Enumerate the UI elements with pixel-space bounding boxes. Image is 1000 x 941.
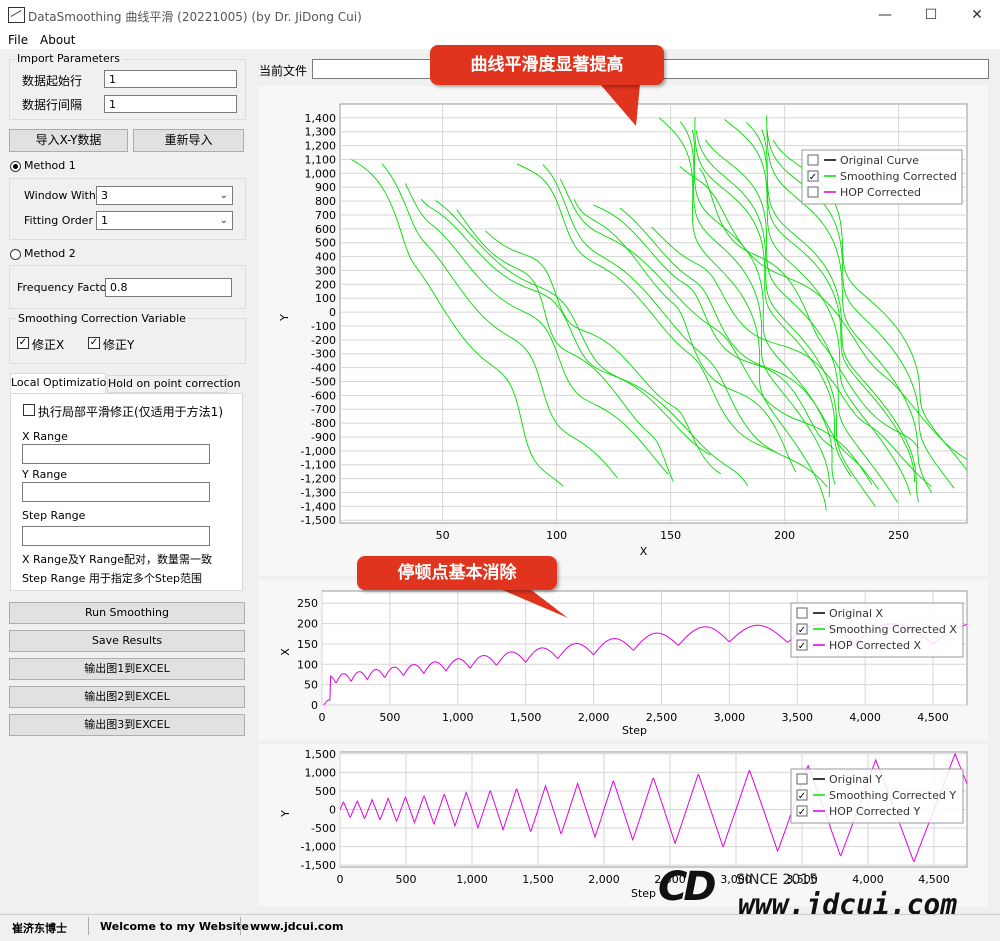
chart1-xtick-label: 200 bbox=[774, 529, 795, 542]
chart1-ytick-label: 1,300 bbox=[305, 126, 337, 139]
chart2-legend-label: Smoothing Corrected X bbox=[829, 623, 957, 636]
chart1-ytick-label: -800 bbox=[311, 417, 336, 430]
chart2-ytick-label: 150 bbox=[297, 638, 318, 651]
chart3-ytick-label: 1,500 bbox=[305, 748, 337, 761]
chart1-ytick-label: 1,400 bbox=[305, 112, 337, 125]
chart2-xtick-label: 4,500 bbox=[917, 711, 949, 724]
chart3-xtick-label: 2,000 bbox=[588, 873, 620, 886]
chart1-ytick-label: 1,100 bbox=[305, 153, 337, 166]
chart1-xlabel: X bbox=[640, 545, 648, 558]
chart2-xlabel: Step bbox=[622, 724, 647, 737]
chart1-legend-label: Original Curve bbox=[840, 154, 919, 167]
chart1-legend-label: HOP Corrected bbox=[840, 186, 921, 199]
chart1-ytick-label: 800 bbox=[315, 195, 336, 208]
status-site: www.jdcui.com bbox=[250, 920, 344, 933]
chart2-legend-check-icon: ✓ bbox=[798, 641, 806, 652]
chart2-xtick-label: 4,000 bbox=[849, 711, 881, 724]
chart3-legend-label: Smoothing Corrected Y bbox=[829, 789, 956, 802]
chart3-xtick-label: 4,500 bbox=[918, 873, 950, 886]
chart3-legend-label: HOP Corrected Y bbox=[829, 805, 920, 818]
chart1-ytick-label: 200 bbox=[315, 278, 336, 291]
chart1-ytick-label: -1,300 bbox=[301, 486, 336, 499]
chart2-legend-check-icon: ✓ bbox=[798, 625, 806, 636]
chart3-ylabel: Y bbox=[279, 810, 292, 818]
chart1-legend-checkbox bbox=[807, 154, 819, 166]
chart3-legend-check-icon: ✓ bbox=[798, 807, 806, 818]
callout-top: 曲线平滑度显著提高 bbox=[430, 45, 664, 85]
chart1-ytick-label: -1,200 bbox=[301, 473, 336, 486]
chart2-ytick-label: 200 bbox=[297, 618, 318, 631]
chart2-legend-label: HOP Corrected X bbox=[829, 639, 921, 652]
chart3-ytick-label: 500 bbox=[315, 785, 336, 798]
chart1-ytick-label: -1,500 bbox=[301, 514, 336, 527]
chart3-ytick-label: 1,000 bbox=[305, 766, 337, 779]
chart1-xtick-label: 100 bbox=[546, 529, 567, 542]
chart3-xtick-label: 1,000 bbox=[456, 873, 488, 886]
chart3-ytick-label: -500 bbox=[311, 822, 336, 835]
chart2-xtick-label: 2,000 bbox=[578, 711, 610, 724]
chart3-ytick-label: -1,500 bbox=[301, 859, 336, 872]
chart3-xtick-label: 0 bbox=[337, 873, 344, 886]
watermark-logo: CD bbox=[658, 864, 717, 910]
chart2-ytick-label: 250 bbox=[297, 597, 318, 610]
status-divider bbox=[88, 917, 89, 935]
chart1-ytick-label: -1,000 bbox=[301, 445, 336, 458]
watermark-since: SINCE 2015 bbox=[736, 872, 819, 888]
chart3-ytick-label: 0 bbox=[329, 804, 336, 817]
chart1-ylabel: Y bbox=[278, 314, 291, 322]
chart2-xtick-label: 3,000 bbox=[714, 711, 746, 724]
chart2-ytick-label: 0 bbox=[311, 699, 318, 712]
chart1-xtick-label: 150 bbox=[660, 529, 681, 542]
chart1-ytick-label: -600 bbox=[311, 389, 336, 402]
charts-svg: 1,4001,3001,2001,1001,000900800700600500… bbox=[278, 84, 968, 900]
chart1-xtick-label: 250 bbox=[888, 529, 909, 542]
chart1-ytick-label: 700 bbox=[315, 209, 336, 222]
chart2-xtick-label: 1,000 bbox=[442, 711, 474, 724]
status-divider bbox=[240, 917, 241, 935]
status-author: 崔济东博士 bbox=[12, 922, 67, 935]
chart2-xtick-label: 3,500 bbox=[782, 711, 814, 724]
chart3-xtick-label: 500 bbox=[396, 873, 417, 886]
chart1-ytick-label: -900 bbox=[311, 431, 336, 444]
chart2-ytick-label: 100 bbox=[297, 658, 318, 671]
chart2-legend-label: Original X bbox=[829, 607, 884, 620]
chart3-legend-checkbox bbox=[796, 773, 808, 785]
chart2-xtick-label: 2,500 bbox=[646, 711, 678, 724]
callout-mid: 停顿点基本消除 bbox=[357, 556, 557, 590]
chart1-ytick-label: 100 bbox=[315, 292, 336, 305]
chart1-ytick-label: -400 bbox=[311, 362, 336, 375]
chart1-ytick-label: -200 bbox=[311, 334, 336, 347]
chart1-ytick-label: 900 bbox=[315, 181, 336, 194]
chart1-ytick-label: 1,200 bbox=[305, 140, 337, 153]
chart3-xtick-label: 1,500 bbox=[522, 873, 554, 886]
chart1-xtick-label: 50 bbox=[436, 529, 450, 542]
chart1-ytick-label: 500 bbox=[315, 237, 336, 250]
chart1-ytick-label: -100 bbox=[311, 320, 336, 333]
chart2-xtick-label: 500 bbox=[379, 711, 400, 724]
chart1-ytick-label: -1,100 bbox=[301, 459, 336, 472]
chart1-ytick-label: -300 bbox=[311, 348, 336, 361]
chart1-ytick-label: -700 bbox=[311, 403, 336, 416]
chart2-xtick-label: 0 bbox=[319, 711, 326, 724]
chart1-legend-label: Smoothing Corrected bbox=[840, 170, 957, 183]
chart1-legend-check-icon: ✓ bbox=[809, 172, 817, 183]
chart1-ytick-label: 1,000 bbox=[305, 167, 337, 180]
chart3-xlabel: Step bbox=[631, 887, 656, 900]
chart1-ytick-label: -500 bbox=[311, 375, 336, 388]
chart1-legend-checkbox bbox=[807, 186, 819, 198]
chart3-ytick-label: -1,000 bbox=[301, 841, 336, 854]
status-welcome: Welcome to my Website bbox=[100, 920, 250, 933]
chart3-legend-check-icon: ✓ bbox=[798, 791, 806, 802]
chart1-ytick-label: 400 bbox=[315, 251, 336, 264]
chart3-xtick-label: 4,000 bbox=[852, 873, 884, 886]
chart1-ytick-label: -1,400 bbox=[301, 500, 336, 513]
chart1-ytick-label: 0 bbox=[329, 306, 336, 319]
chart3-legend-label: Original Y bbox=[829, 773, 883, 786]
chart2-legend-checkbox bbox=[796, 607, 808, 619]
chart2-xtick-label: 1,500 bbox=[510, 711, 542, 724]
chart2-ylabel: X bbox=[279, 648, 292, 656]
chart2-ytick-label: 50 bbox=[304, 679, 318, 692]
chart1-ytick-label: 300 bbox=[315, 264, 336, 277]
chart1-ytick-label: 600 bbox=[315, 223, 336, 236]
